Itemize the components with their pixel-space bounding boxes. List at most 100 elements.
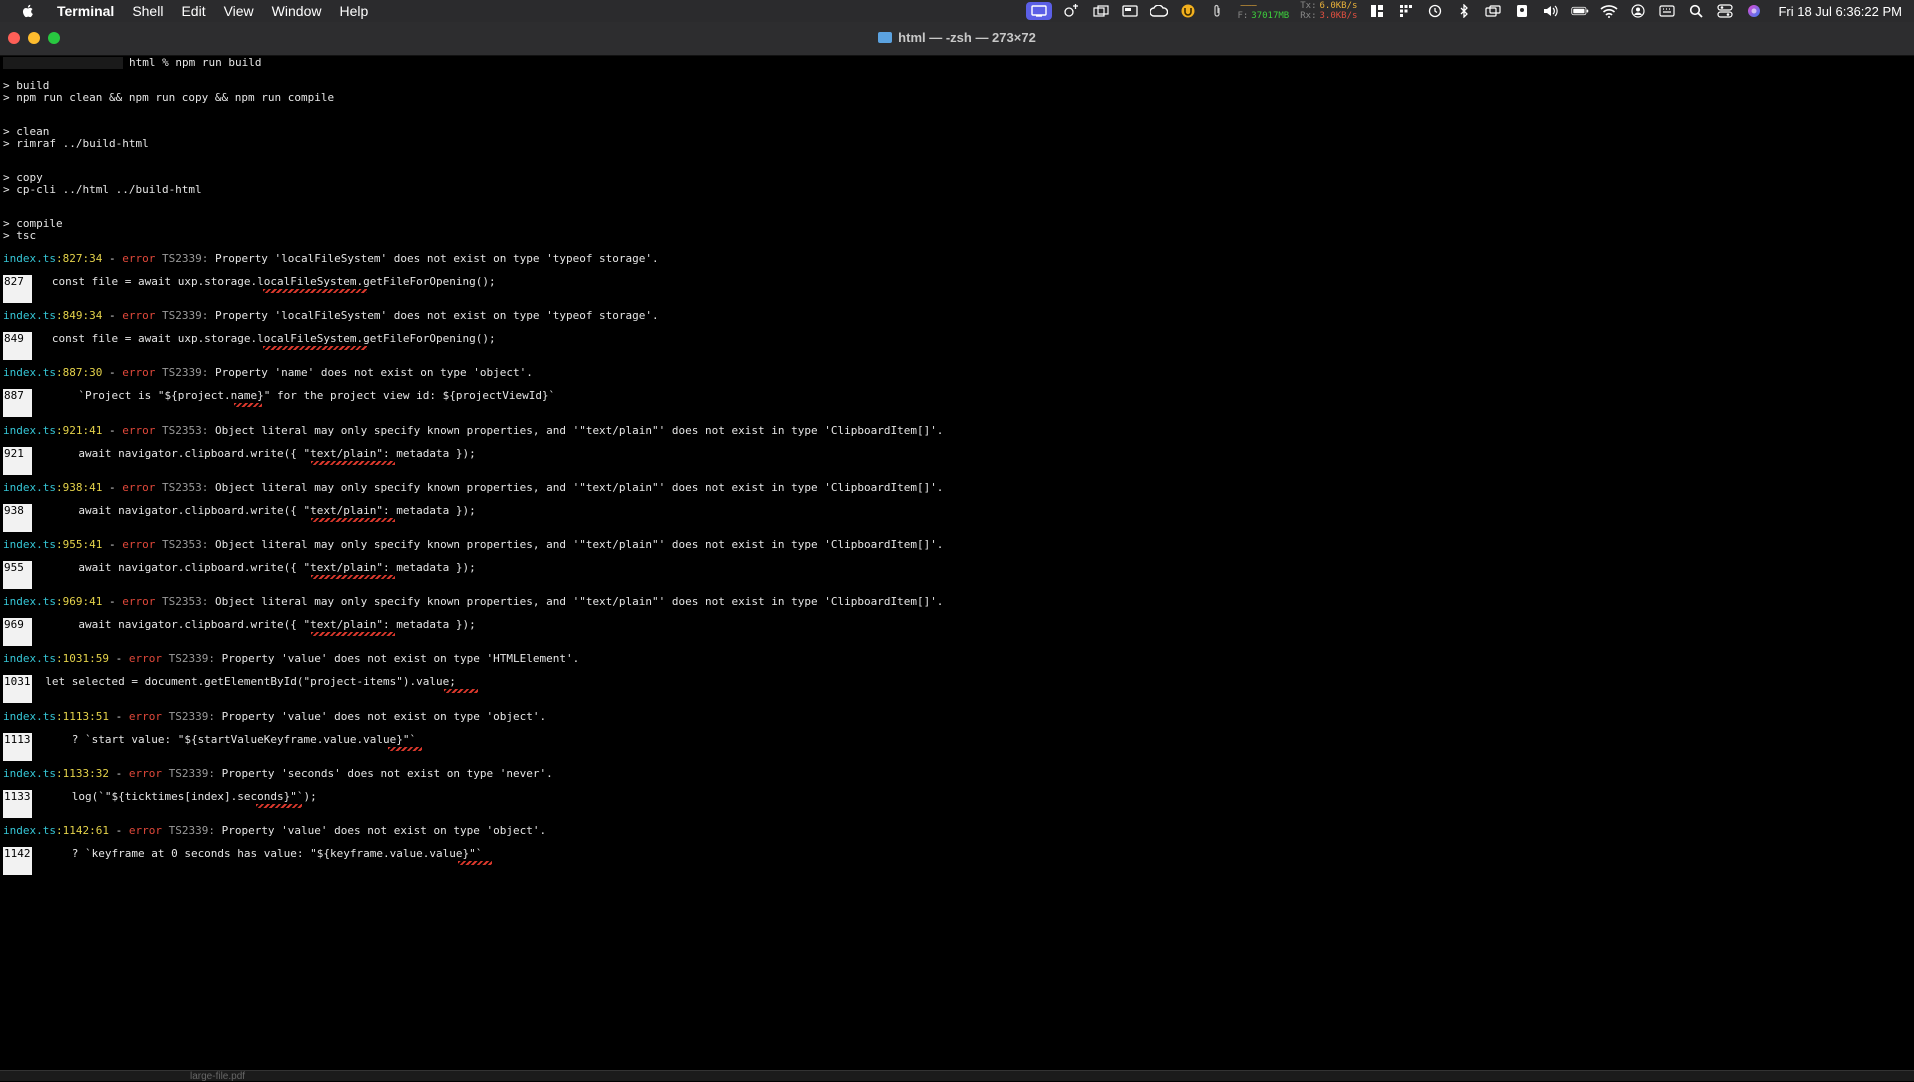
error-message: Property 'value' does not exist on type … xyxy=(221,652,580,665)
menu-view[interactable]: View xyxy=(215,0,263,22)
wifi-icon[interactable] xyxy=(1600,4,1618,18)
error-code-line: 1031 let selected = document.getElementB… xyxy=(3,675,456,703)
error-squiggle-underline xyxy=(458,861,492,865)
error-code-line: 1142 ? `keyframe at 0 seconds has value:… xyxy=(3,847,482,875)
control-center-icon[interactable] xyxy=(1716,4,1734,18)
error-location: :1142:61 xyxy=(55,824,109,837)
error-separator: - xyxy=(102,595,123,608)
screen-mirroring-icon[interactable] xyxy=(1484,4,1502,18)
build-output-line: > npm run clean && npm run copy && npm r… xyxy=(3,91,334,105)
prompt-line: html % npm run build xyxy=(3,56,261,70)
error-code-line: 887 `Project is "${project.name}" for th… xyxy=(3,389,556,417)
sidebar-layout-icon[interactable] xyxy=(1368,4,1386,18)
error-severity: error xyxy=(122,481,156,494)
line-number-gutter: 1142 xyxy=(3,847,32,875)
menu-bar: Terminal Shell Edit View Window Help ———… xyxy=(0,0,1914,22)
error-file: index.ts xyxy=(3,652,56,665)
error-code-line: 969 await navigator.clipboard.write({ "t… xyxy=(3,618,476,646)
window-stack-icon[interactable] xyxy=(1092,4,1110,18)
error-message: Property 'localFileSystem' does not exis… xyxy=(214,252,659,265)
error-squiggle-underline xyxy=(311,575,395,579)
error-location: :955:41 xyxy=(55,538,103,551)
display-icon[interactable] xyxy=(1121,4,1139,18)
error-squiggle-underline xyxy=(256,804,302,808)
line-number-gutter: 849 xyxy=(3,332,32,360)
menubar-clock[interactable]: Fri 18 Jul 6:36:22 PM xyxy=(1778,4,1902,19)
source-code-text: await navigator.clipboard.write({ "text/… xyxy=(32,504,476,517)
error-separator: - xyxy=(108,652,129,665)
spotlight-search-icon[interactable] xyxy=(1687,4,1705,18)
error-message: Property 'value' does not exist on type … xyxy=(221,710,547,723)
error-header-line: index.ts:827:34 - error TS2339: Property… xyxy=(3,252,659,266)
error-code-line: 827 const file = await uxp.storage.local… xyxy=(3,275,496,303)
apple-menu-icon[interactable] xyxy=(20,3,36,19)
error-severity: error xyxy=(122,309,156,322)
error-squiggle-underline xyxy=(311,518,395,522)
build-output-line: > tsc xyxy=(3,229,36,243)
line-number-gutter: 921 xyxy=(3,447,32,475)
error-separator: - xyxy=(102,309,123,322)
vpn-badge-icon[interactable] xyxy=(1179,4,1197,18)
menu-shell[interactable]: Shell xyxy=(123,0,172,22)
error-code-line: 1113 ? `start value: "${startValueKeyfra… xyxy=(3,733,416,761)
source-code-text: `Project is "${project.name}" for the pr… xyxy=(32,389,556,402)
error-header-line: index.ts:1142:61 - error TS2339: Propert… xyxy=(3,824,546,838)
rx-value: 3.0KB/s xyxy=(1319,11,1358,21)
error-message: Object literal may only specify known pr… xyxy=(214,424,944,437)
error-code: TS2353: xyxy=(155,481,215,494)
line-number-gutter: 969 xyxy=(3,618,32,646)
window-title-wrap: html — -zsh — 273×72 xyxy=(0,30,1914,45)
memory-monitor[interactable]: ——— F: 37017MB xyxy=(1237,1,1289,21)
error-code-line: 849 const file = await uxp.storage.local… xyxy=(3,332,496,360)
error-file: index.ts xyxy=(3,824,56,837)
error-file: index.ts xyxy=(3,710,56,723)
source-code-text: await navigator.clipboard.write({ "text/… xyxy=(32,447,476,460)
error-file: index.ts xyxy=(3,424,56,437)
error-header-line: index.ts:849:34 - error TS2339: Property… xyxy=(3,309,659,323)
battery-icon[interactable] xyxy=(1571,4,1589,18)
error-severity: error xyxy=(122,366,156,379)
contacts-icon[interactable] xyxy=(1513,4,1531,18)
terminal-output[interactable]: html % npm run build > build > npm run cle… xyxy=(0,56,1914,1068)
memory-label: F: xyxy=(1237,11,1249,21)
creative-cloud-icon[interactable] xyxy=(1150,4,1169,18)
menu-terminal[interactable]: Terminal xyxy=(48,0,123,22)
error-squiggle-underline xyxy=(263,346,367,350)
redacted-path xyxy=(3,57,123,69)
network-monitor[interactable]: Tx: 6.0KB/s Rx: 3.0KB/s xyxy=(1300,1,1357,21)
error-code: TS2339: xyxy=(161,767,222,780)
error-severity: error xyxy=(128,824,162,837)
screen-share-icon[interactable] xyxy=(1026,2,1053,20)
paperclip-icon[interactable] xyxy=(1208,4,1226,18)
build-output-text: > rimraf ../build-html xyxy=(3,137,149,150)
error-message: Property 'localFileSystem' does not exis… xyxy=(214,309,659,322)
window-title: html — -zsh — 273×72 xyxy=(898,30,1036,45)
siri-icon[interactable] xyxy=(1745,4,1763,18)
error-severity: error xyxy=(128,652,162,665)
error-severity: error xyxy=(122,424,156,437)
menu-edit[interactable]: Edit xyxy=(172,0,214,22)
source-code-text: log(`"${ticktimes[index].seconds}"`); xyxy=(32,790,317,803)
bluetooth-icon[interactable] xyxy=(1455,4,1473,18)
keyboard-input-icon[interactable] xyxy=(1658,4,1676,18)
error-location: :849:34 xyxy=(55,309,103,322)
window-titlebar[interactable]: html — -zsh — 273×72 xyxy=(0,22,1914,56)
volume-icon[interactable] xyxy=(1542,4,1560,18)
error-message: Property 'value' does not exist on type … xyxy=(221,824,547,837)
apps-icon[interactable] xyxy=(1063,4,1081,18)
tx-value: 6.0KB/s xyxy=(1319,1,1358,11)
source-code-text: let selected = document.getElementById("… xyxy=(32,675,456,688)
error-severity: error xyxy=(128,710,162,723)
line-number-gutter: 955 xyxy=(3,561,32,589)
error-message: Object literal may only specify known pr… xyxy=(214,481,944,494)
time-machine-icon[interactable] xyxy=(1426,4,1444,18)
user-account-icon[interactable] xyxy=(1629,4,1647,18)
error-code-line: 921 await navigator.clipboard.write({ "t… xyxy=(3,447,476,475)
line-number-gutter: 1031 xyxy=(3,675,32,703)
error-location: :827:34 xyxy=(55,252,103,265)
error-severity: error xyxy=(128,767,162,780)
menu-window[interactable]: Window xyxy=(263,0,331,22)
error-squiggle-underline xyxy=(388,747,422,751)
menu-help[interactable]: Help xyxy=(330,0,377,22)
grid-icon[interactable] xyxy=(1397,4,1415,18)
